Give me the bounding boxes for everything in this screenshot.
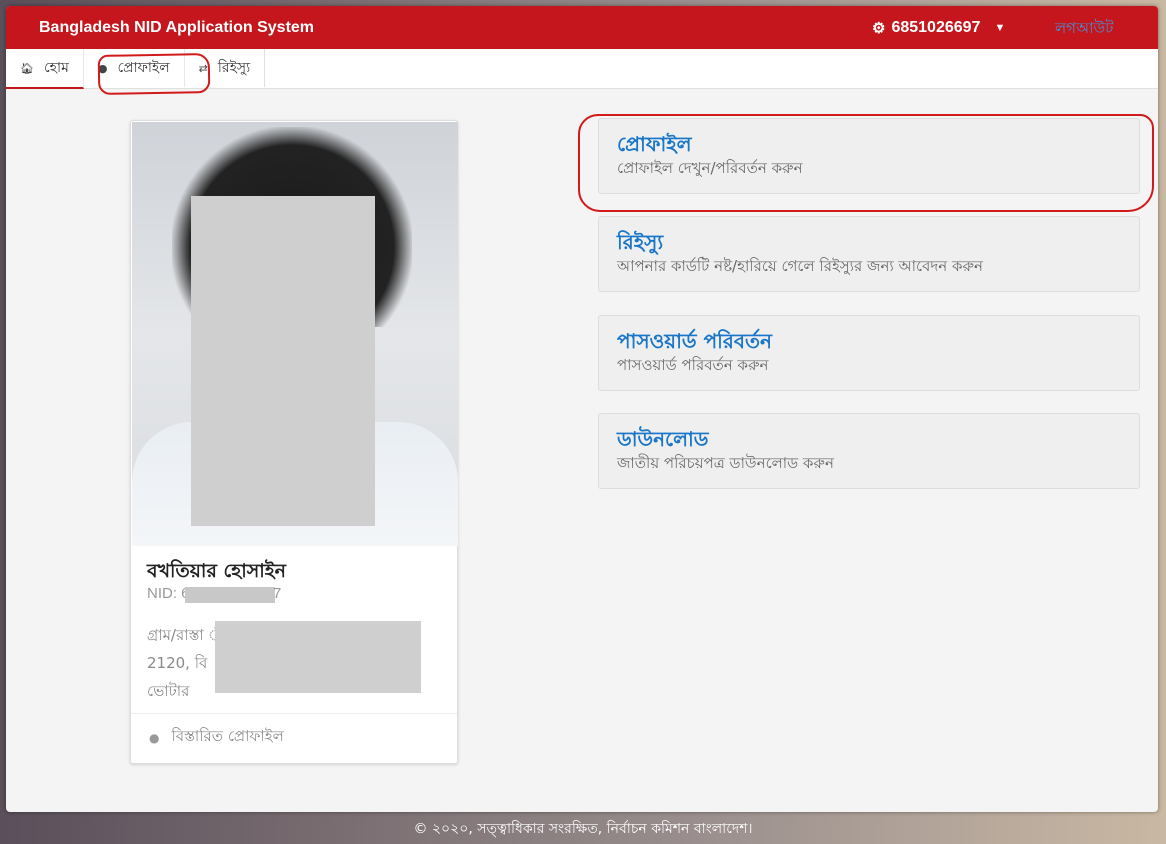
- menu-card-change-password[interactable]: পাসওয়ার্ড পরিবর্তন পাসওয়ার্ড পরিবর্তন …: [598, 315, 1140, 391]
- card-divider: [131, 713, 457, 714]
- menu-card-subtitle: পাসওয়ার্ড পরিবর্তন করুন: [617, 356, 769, 374]
- red-annotation-circle: [97, 53, 211, 95]
- nav-tab-label: হোম: [43, 60, 69, 76]
- profile-card: বখতিয়ার হোসাইন NID: 6 7 গ্রাম/রাস্তা ী …: [130, 120, 458, 764]
- detailed-profile-label: বিস্তারিত প্রোফাইল: [171, 727, 284, 745]
- nid-redaction-box: [185, 587, 275, 603]
- menu-card-title: রিইস্যু: [617, 230, 664, 254]
- nav-tab-label: রিইস্যু: [217, 60, 251, 76]
- user-id: 6851026697: [891, 18, 981, 36]
- menu-card-reissue[interactable]: রিইস্যু আপনার কার্ডটি নষ্ট/হারিয়ে গেলে …: [598, 216, 1140, 292]
- gear-icon: ⚙: [872, 19, 886, 37]
- nav-tab-home[interactable]: 🏠︎ হোম: [6, 49, 84, 89]
- menu-card-subtitle: জাতীয় পরিচয়পত্র ডাউনলোড করুন: [617, 454, 834, 472]
- logout-link[interactable]: লগআউট: [1055, 17, 1113, 42]
- menu-card-download[interactable]: ডাউনলোড জাতীয় পরিচয়পত্র ডাউনলোড করুন: [598, 413, 1140, 489]
- menu-card-title: ডাউনলোড: [617, 427, 709, 451]
- detailed-profile-link[interactable]: ● বিস্তারিত প্রোফাইল: [149, 725, 284, 750]
- home-icon: 🏠︎: [20, 61, 34, 75]
- menu-card-title: পাসওয়ার্ড পরিবর্তন: [617, 329, 772, 353]
- chevron-down-icon: ▼: [994, 21, 1006, 34]
- user-menu-toggle[interactable]: ⚙ 6851026697 ▼: [872, 6, 1005, 49]
- menu-card-subtitle: আপনার কার্ডটি নষ্ট/হারিয়ে গেলে রিইস্যুর…: [617, 257, 983, 275]
- face-redaction-box: [191, 196, 375, 526]
- brand-title: Bangladesh NID Application System: [39, 18, 315, 36]
- profile-photo: [132, 122, 458, 546]
- app-window: Bangladesh NID Application System ⚙ 6851…: [6, 6, 1158, 812]
- red-annotation-circle: [578, 114, 1154, 212]
- top-header-bar: Bangladesh NID Application System ⚙ 6851…: [6, 6, 1158, 49]
- user-icon: ●: [149, 730, 160, 745]
- copyright-footer: © ২০২০, সত্ত্বাধিকার সংরক্ষিত, নির্বাচন …: [413, 821, 753, 837]
- nid-suffix: 7: [273, 585, 282, 602]
- address-redaction-box: [215, 621, 421, 693]
- nid-label: NID: 6: [147, 585, 190, 602]
